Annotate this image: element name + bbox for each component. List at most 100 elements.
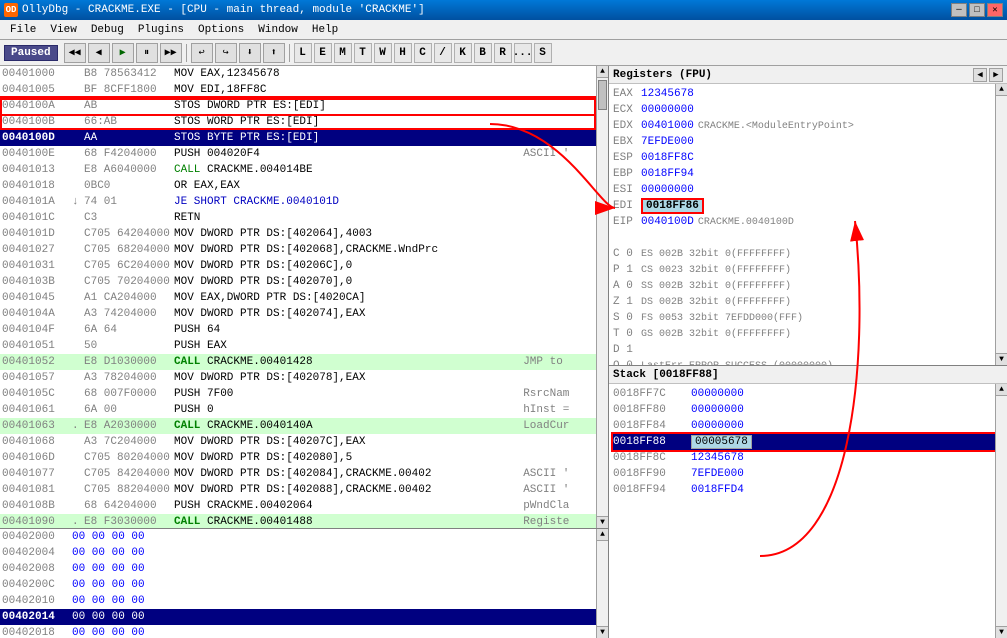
table-row[interactable]: 0040105C 68 007F0000 PUSH 7F00 RsrcNam: [0, 386, 608, 402]
toolbar-s[interactable]: S: [534, 43, 552, 63]
toolbar-e[interactable]: E: [314, 43, 332, 63]
toolbar-h[interactable]: H: [394, 43, 412, 63]
reg-nav-left[interactable]: ◀: [973, 68, 987, 82]
table-row[interactable]: 0040101C C3 RETN: [0, 210, 608, 226]
run-button[interactable]: ▶: [112, 43, 134, 63]
scroll-up-btn[interactable]: ▲: [597, 66, 608, 78]
close-button[interactable]: ✕: [987, 3, 1003, 17]
title-bar-buttons: ─ □ ✕: [951, 3, 1003, 17]
stack-body: 0018FF7C 00000000 0018FF80 00000000 0018…: [609, 384, 1007, 500]
maximize-button[interactable]: □: [969, 3, 985, 17]
table-row[interactable]: 0040100B 66:AB STOS WORD PTR ES:[EDI]: [0, 114, 608, 130]
table-row[interactable]: 0040106D C705 80204000 MOV DWORD PTR DS:…: [0, 450, 608, 466]
stack-addr-selected: 0018FF88: [613, 436, 683, 448]
table-row[interactable]: 00402010 00 00 00 00: [0, 593, 608, 609]
table-row[interactable]: 00401031 C705 6C204000 MOV DWORD PTR DS:…: [0, 258, 608, 274]
pause-button[interactable]: ⏸: [136, 43, 158, 63]
table-row[interactable]: 00401013 E8 A6040000 CALL CRACKME.004014…: [0, 162, 608, 178]
table-row[interactable]: 00401045 A1 CA204000 MOV EAX,DWORD PTR D…: [0, 290, 608, 306]
table-row[interactable]: 00402018 00 00 00 00: [0, 625, 608, 638]
table-row[interactable]: 00401052 E8 D1030000 CALL CRACKME.004014…: [0, 354, 608, 370]
table-row[interactable]: 0040101A ↓ 74 01 JE SHORT CRACKME.004010…: [0, 194, 608, 210]
table-row[interactable]: 00401061 6A 00 PUSH 0 hInst =: [0, 402, 608, 418]
disasm-scrollbar[interactable]: ▲ ▼: [596, 66, 608, 528]
reg-nav-right[interactable]: ▶: [989, 68, 1003, 82]
stack-row[interactable]: 0018FF94 0018FFD4: [613, 482, 1003, 498]
back-button[interactable]: ◀: [88, 43, 110, 63]
minimize-button[interactable]: ─: [951, 3, 967, 17]
stack-row[interactable]: 0018FF84 00000000: [613, 418, 1003, 434]
table-row[interactable]: 00402004 00 00 00 00: [0, 545, 608, 561]
table-row[interactable]: 00401057 A3 78204000 MOV DWORD PTR DS:[4…: [0, 370, 608, 386]
table-row[interactable]: 00401081 C705 88204000 MOV DWORD PTR DS:…: [0, 482, 608, 498]
table-row[interactable]: 0040100D AA STOS BYTE PTR ES:[EDI]: [0, 130, 608, 146]
stack-scrollbar[interactable]: ▲ ▼: [995, 384, 1007, 638]
table-row[interactable]: 0040103B C705 70204000 MOV DWORD PTR DS:…: [0, 274, 608, 290]
table-row[interactable]: 0040104A A3 74204000 MOV DWORD PTR DS:[4…: [0, 306, 608, 322]
table-row[interactable]: 00401027 C705 68204000 MOV DWORD PTR DS:…: [0, 242, 608, 258]
table-row[interactable]: 00401018 0BC0 OR EAX,EAX: [0, 178, 608, 194]
table-row[interactable]: 0040101D C705 64204000 MOV DWORD PTR DS:…: [0, 226, 608, 242]
toolbar-t[interactable]: T: [354, 43, 372, 63]
toolbar-w[interactable]: W: [374, 43, 392, 63]
table-row[interactable]: 0040104F 6A 64 PUSH 64: [0, 322, 608, 338]
step-back-button[interactable]: ⬆: [263, 43, 285, 63]
menu-plugins[interactable]: Plugins: [132, 22, 190, 38]
menu-view[interactable]: View: [44, 22, 82, 38]
dump-scrollbar[interactable]: ▲ ▼: [596, 529, 608, 638]
table-row[interactable]: 00401005 BF 8CFF1800 MOV EDI,18FF8C: [0, 82, 608, 98]
toolbar-l[interactable]: L: [294, 43, 312, 63]
dump-scroll-down[interactable]: ▼: [597, 626, 608, 638]
stack-row[interactable]: 0018FF80 00000000: [613, 402, 1003, 418]
menu-window[interactable]: Window: [252, 22, 304, 38]
stack-row[interactable]: 0018FF7C 00000000: [613, 386, 1003, 402]
toolbar-m[interactable]: M: [334, 43, 352, 63]
table-row[interactable]: 0040200C 00 00 00 00: [0, 577, 608, 593]
reg-scrollbar[interactable]: ▲ ▼: [995, 84, 1007, 365]
step-into-button[interactable]: ↩: [191, 43, 213, 63]
dump-scroll-up[interactable]: ▲: [597, 529, 608, 541]
reg-scroll-up[interactable]: ▲: [996, 84, 1007, 96]
reg-s: S 0 FS 0053 32bit 7EFDD000(FFF): [613, 310, 1003, 326]
stack-row[interactable]: 0018FF8C 12345678: [613, 450, 1003, 466]
table-row[interactable]: 00401000 B8 78563412 MOV EAX,12345678: [0, 66, 608, 82]
row-addr: 00401000: [0, 66, 70, 82]
menu-help[interactable]: Help: [306, 22, 344, 38]
reg-ecx: ECX 00000000: [613, 102, 1003, 118]
stack-scroll-up[interactable]: ▲: [996, 384, 1007, 396]
table-row[interactable]: 00402000 00 00 00 00: [0, 529, 608, 545]
disasm-panel: 00401000 B8 78563412 MOV EAX,12345678 00…: [0, 66, 608, 528]
table-row[interactable]: 00401051 50 PUSH EAX: [0, 338, 608, 354]
table-row[interactable]: 00401068 A3 7C204000 MOV DWORD PTR DS:[4…: [0, 434, 608, 450]
table-row[interactable]: 0040100E 68 F4204000 PUSH 004020F4 ASCII…: [0, 146, 608, 162]
menu-debug[interactable]: Debug: [85, 22, 130, 38]
step-out-button[interactable]: ⬇: [239, 43, 261, 63]
reg-edi: EDI 0018FF86: [613, 198, 1003, 214]
table-row[interactable]: 00401090 . E8 F3030000 CALL CRACKME.0040…: [0, 514, 608, 528]
table-row[interactable]: 0040100A AB STOS DWORD PTR ES:[EDI]: [0, 98, 608, 114]
toolbar-r[interactable]: R: [494, 43, 512, 63]
toolbar-slash[interactable]: /: [434, 43, 452, 63]
forward-button[interactable]: ▶▶: [160, 43, 182, 63]
table-row[interactable]: 0040108B 68 64204000 PUSH CRACKME.004020…: [0, 498, 608, 514]
step-over-button[interactable]: ↪: [215, 43, 237, 63]
separator-1: [186, 44, 187, 62]
scroll-down-btn[interactable]: ▼: [597, 516, 608, 528]
table-row[interactable]: 00402008 00 00 00 00: [0, 561, 608, 577]
menu-options[interactable]: Options: [192, 22, 250, 38]
reg-d: D 1: [613, 342, 1003, 358]
toolbar-dots[interactable]: ...: [514, 43, 532, 63]
stack-row[interactable]: 0018FF90 7EFDE000: [613, 466, 1003, 482]
stack-selected-row[interactable]: 0018FF88 00005678: [613, 434, 1003, 450]
toolbar-k[interactable]: K: [454, 43, 472, 63]
toolbar-c[interactable]: C: [414, 43, 432, 63]
table-row[interactable]: 00401077 C705 84204000 MOV DWORD PTR DS:…: [0, 466, 608, 482]
reg-scroll-down[interactable]: ▼: [996, 353, 1007, 365]
scroll-thumb[interactable]: [598, 80, 607, 110]
toolbar-b[interactable]: B: [474, 43, 492, 63]
rewind-button[interactable]: ◀◀: [64, 43, 86, 63]
menu-file[interactable]: File: [4, 22, 42, 38]
stack-scroll-down[interactable]: ▼: [996, 626, 1007, 638]
table-row[interactable]: 00401063 . E8 A2030000 CALL CRACKME.0040…: [0, 418, 608, 434]
dump-selected-row[interactable]: 00402014 00 00 00 00: [0, 609, 608, 625]
